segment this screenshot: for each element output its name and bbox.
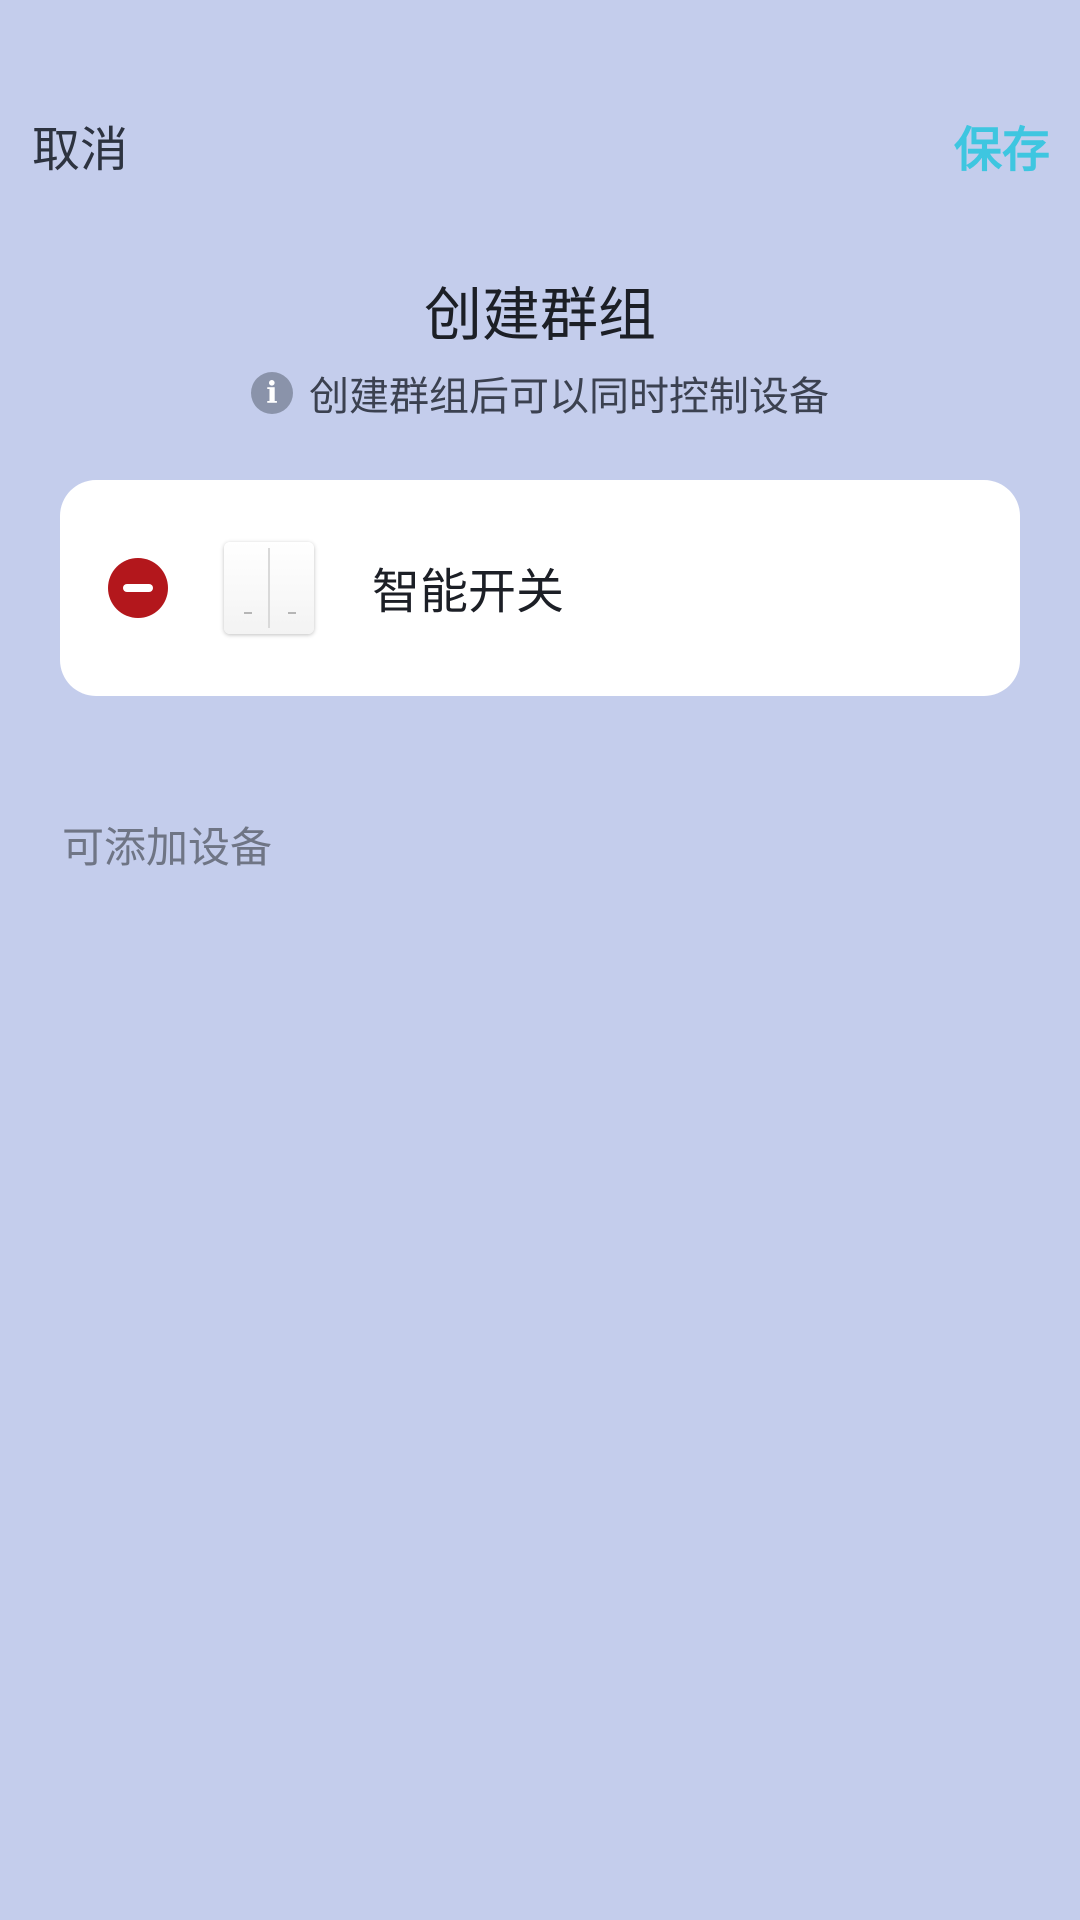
subtitle-text: 创建群组后可以同时控制设备 — [309, 374, 829, 420]
available-devices-label: 可添加设备 — [62, 823, 273, 872]
switch-right-indicator — [288, 612, 296, 614]
subtitle: i 创建群组后可以同时控制设备 — [0, 364, 1080, 422]
cancel-button[interactable]: 取消 — [32, 110, 128, 180]
device-name: 智能开关 — [372, 564, 565, 620]
wall-switch-icon — [224, 542, 314, 634]
save-button[interactable]: 保存 — [954, 110, 1050, 180]
switch-left-indicator — [244, 612, 252, 614]
remove-device-button[interactable] — [108, 558, 168, 618]
switch-split-line — [268, 548, 270, 628]
selected-device-card: 智能开关 — [60, 480, 1020, 696]
minus-icon — [123, 584, 153, 592]
info-icon: i — [251, 372, 293, 414]
page-title: 创建群组 — [423, 281, 656, 349]
top-bar: 取消 保存 — [0, 100, 1080, 180]
